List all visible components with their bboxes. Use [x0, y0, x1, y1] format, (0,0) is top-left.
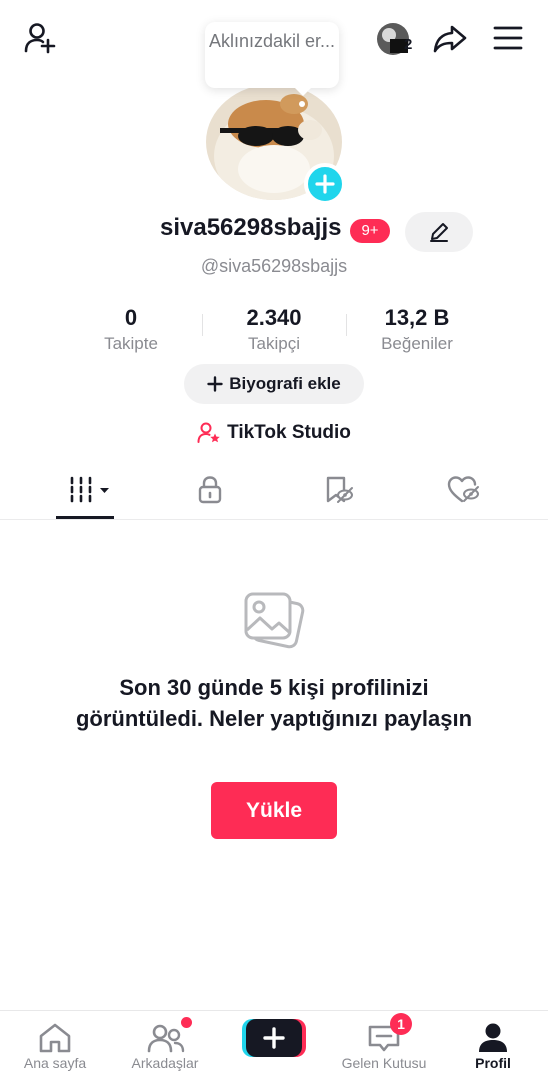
lock-icon	[198, 476, 222, 504]
plus-icon	[315, 174, 335, 194]
friends-icon	[147, 1024, 185, 1053]
stat-followers[interactable]: 2.340 Takipçi	[214, 304, 334, 356]
bottom-navigation: Ana sayfa Arkadaşlar 1 Gelen Kutusu Prof…	[0, 1010, 548, 1081]
share-icon[interactable]	[432, 22, 468, 56]
photos-icon	[242, 590, 306, 654]
tab-favorites[interactable]	[322, 474, 354, 506]
stat-label: Takipçi	[248, 334, 300, 353]
menu-icon[interactable]	[493, 25, 523, 51]
grid-filter-icon	[70, 476, 109, 503]
notification-badge[interactable]: 9+	[350, 219, 390, 243]
stat-value: 13,2 B	[384, 305, 450, 330]
add-avatar-button[interactable]	[304, 163, 346, 205]
home-icon	[39, 1023, 71, 1053]
edit-profile-button[interactable]	[405, 212, 473, 252]
add-friend-icon[interactable]	[22, 20, 58, 56]
empty-state-message: Son 30 günde 5 kişi profilinizi görüntül…	[75, 675, 473, 731]
nav-inbox-label: Gelen Kutusu	[341, 1055, 427, 1071]
stat-value: 0	[124, 305, 138, 330]
tab-liked[interactable]	[447, 474, 481, 506]
tab-private[interactable]	[194, 474, 226, 506]
creator-star-icon	[197, 422, 220, 443]
stat-divider	[346, 314, 347, 336]
stat-label: Beğeniler	[381, 334, 453, 353]
nav-home-label: Ana sayfa	[23, 1055, 87, 1071]
friends-dot-badge	[181, 1017, 192, 1028]
nav-home[interactable]: Ana sayfa	[0, 1011, 110, 1081]
stat-divider	[202, 314, 203, 336]
plus-icon	[207, 376, 223, 392]
nav-friends[interactable]: Arkadaşlar	[110, 1011, 220, 1081]
stat-value: 2.340	[246, 305, 302, 330]
nav-friends-label: Arkadaşlar	[131, 1055, 199, 1071]
tiktok-studio-label: TikTok Studio	[227, 422, 351, 443]
bookmark-hidden-icon	[326, 476, 353, 503]
nav-create[interactable]	[219, 1011, 329, 1081]
stat-likes[interactable]: 13,2 B Beğeniler	[357, 304, 477, 356]
account-switcher[interactable]: 2	[376, 22, 416, 56]
heart-hidden-icon	[447, 476, 479, 503]
tabs-divider	[0, 519, 548, 520]
profile-username: siva56298sbajjs	[160, 214, 342, 241]
account-count: 2	[404, 36, 413, 53]
add-bio-button[interactable]: Biyografi ekle	[184, 364, 364, 404]
stat-following[interactable]: 0 Takipte	[71, 304, 191, 356]
profile-tooltip: Aklınızdakil er...	[205, 22, 339, 96]
add-bio-label: Biyografi ekle	[229, 374, 341, 393]
nav-inbox[interactable]: 1 Gelen Kutusu	[329, 1011, 439, 1081]
inbox-count-badge: 1	[390, 1013, 412, 1035]
nav-profile-label: Profil	[475, 1055, 511, 1071]
create-plus-icon	[242, 1019, 306, 1057]
tiktok-studio-link[interactable]: TikTok Studio	[0, 421, 548, 445]
profile-icon	[479, 1023, 507, 1052]
pencil-icon	[430, 223, 448, 242]
upload-button[interactable]: Yükle	[211, 782, 337, 839]
nav-profile[interactable]: Profil	[438, 1011, 548, 1081]
profile-handle: @siva56298sbajjs	[200, 256, 348, 276]
tab-videos[interactable]	[66, 474, 112, 506]
stat-label: Takipte	[104, 334, 158, 353]
